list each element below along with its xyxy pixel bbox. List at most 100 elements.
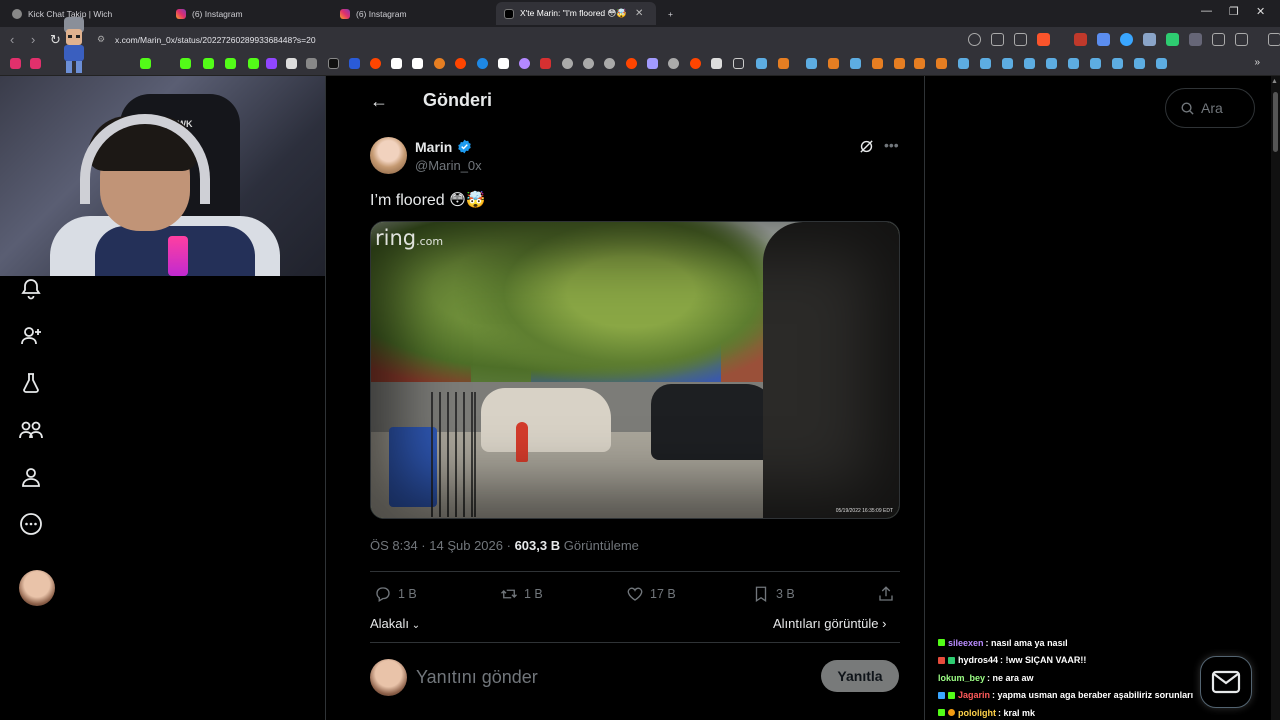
search-box[interactable]: Ara [1165, 88, 1255, 128]
back-button[interactable]: ← [370, 91, 388, 112]
bookmark-icon[interactable] [1024, 58, 1035, 69]
sort-replies-dropdown[interactable]: Alakalı ⌄ [370, 616, 420, 631]
bookmark-icon[interactable] [349, 58, 360, 69]
bookmark-icon[interactable] [980, 58, 991, 69]
more-options-icon[interactable]: ••• [884, 137, 899, 153]
scroll-thumb[interactable] [1273, 92, 1278, 152]
share-icon[interactable] [1014, 33, 1027, 46]
cast-icon[interactable] [991, 33, 1004, 46]
extension-icon[interactable] [1189, 33, 1202, 46]
bookmark-icon[interactable] [936, 58, 947, 69]
extension-icon[interactable] [1166, 33, 1179, 46]
extension-icon[interactable] [1143, 33, 1156, 46]
bookmark-icon[interactable] [30, 58, 41, 69]
post-time[interactable]: ÖS 8:34 · 14 Şub 2026 · [370, 538, 511, 553]
bookmark-icon[interactable] [828, 58, 839, 69]
bookmark-icon[interactable] [668, 58, 679, 69]
bookmark-icon[interactable] [562, 58, 573, 69]
bookmark-icon[interactable] [306, 58, 317, 69]
new-tab-button[interactable]: + [660, 2, 681, 25]
bookmark-icon[interactable] [540, 58, 551, 69]
site-settings-icon[interactable]: ⚙ [97, 34, 105, 45]
back-nav-icon[interactable]: ‹ [10, 32, 14, 47]
bookmark-icon[interactable] [756, 58, 767, 69]
notifications-nav[interactable] [18, 276, 44, 302]
more-nav[interactable] [18, 511, 44, 537]
scroll-up-icon[interactable]: ▲ [1271, 78, 1278, 85]
bookmark-icon[interactable] [778, 58, 789, 69]
extension-icon[interactable] [1097, 33, 1110, 46]
share-action[interactable] [877, 585, 895, 603]
bookmark-icon[interactable] [690, 58, 701, 69]
bookmark-icon[interactable] [894, 58, 905, 69]
bookmark-icon[interactable] [498, 58, 509, 69]
bookmark-icon[interactable] [391, 58, 402, 69]
reply-input[interactable] [416, 664, 806, 690]
bookmark-icon[interactable] [225, 58, 236, 69]
forward-nav-icon[interactable]: › [31, 32, 35, 47]
messages-button[interactable] [1200, 656, 1252, 708]
bookmark-icon[interactable] [1134, 58, 1145, 69]
repost-action[interactable]: 1 B [500, 585, 543, 603]
bookmark-icon[interactable] [412, 58, 423, 69]
bookmark-icon[interactable] [1090, 58, 1101, 69]
extension-icon[interactable] [1120, 33, 1133, 46]
playlist-icon[interactable] [1268, 33, 1280, 46]
bookmark-icon[interactable] [477, 58, 488, 69]
bookmark-icon[interactable] [1068, 58, 1079, 69]
page-scrollbar[interactable] [1271, 76, 1280, 720]
bookmark-action[interactable]: 3 B [752, 585, 795, 603]
restore-icon[interactable]: ❐ [1229, 5, 1239, 18]
chevron-more-icon[interactable]: » [1254, 57, 1260, 68]
follow-nav[interactable] [18, 323, 44, 349]
bookmark-icon[interactable] [583, 58, 594, 69]
bookmark-icon[interactable] [455, 58, 466, 69]
bookmark-icon[interactable] [806, 58, 817, 69]
bookmark-icon[interactable] [140, 58, 151, 69]
author-name[interactable]: Marin [415, 139, 452, 155]
post-video[interactable]: ring.com 05/19/2022 16:35:09 EDT [370, 221, 900, 519]
bookmark-icon[interactable] [180, 58, 191, 69]
bookmark-icon[interactable] [604, 58, 615, 69]
bookmark-icon[interactable] [850, 58, 861, 69]
author-avatar[interactable] [370, 137, 407, 174]
author-handle[interactable]: @Marin_0x [415, 158, 482, 173]
bookmark-icon[interactable] [1112, 58, 1123, 69]
extension-icon[interactable] [1074, 33, 1087, 46]
url-field[interactable]: x.com/Marin_0x/status/202272602899336844… [115, 35, 316, 45]
like-action[interactable]: 17 B [626, 585, 676, 603]
bookmark-icon[interactable] [626, 58, 637, 69]
tab-instagram-2[interactable]: (6) Instagram [332, 2, 492, 25]
zoom-icon[interactable] [968, 33, 981, 46]
brave-shield-icon[interactable] [1037, 33, 1050, 46]
labs-nav[interactable] [18, 370, 44, 396]
window-close-icon[interactable]: ✕ [1256, 5, 1265, 18]
bookmark-icon[interactable] [872, 58, 883, 69]
bookmark-icon[interactable] [266, 58, 277, 69]
reply-button[interactable]: Yanıtla [821, 660, 899, 692]
bookmark-icon[interactable] [1002, 58, 1013, 69]
bookmark-icon[interactable] [647, 58, 658, 69]
profile-nav[interactable] [18, 464, 44, 490]
account-avatar[interactable] [19, 570, 55, 606]
bookmark-icon[interactable] [248, 58, 259, 69]
tab-x-post[interactable]: X'te Marin: "I'm floored 😳🤯 ✕ [496, 2, 656, 25]
bookmark-icon[interactable] [203, 58, 214, 69]
communities-nav[interactable] [18, 417, 44, 443]
sidebar-icon[interactable] [1235, 33, 1248, 46]
minimize-icon[interactable]: — [1201, 5, 1212, 17]
puzzle-icon[interactable] [1212, 33, 1225, 46]
view-quotes-link[interactable]: Alıntıları görüntüle › [773, 616, 886, 631]
close-tab-icon[interactable]: ✕ [635, 8, 643, 19]
bookmark-icon[interactable] [434, 58, 445, 69]
bookmark-icon[interactable] [286, 58, 297, 69]
grok-icon[interactable] [858, 138, 875, 155]
bookmark-icon[interactable] [1046, 58, 1057, 69]
bookmark-icon[interactable] [958, 58, 969, 69]
bookmark-icon[interactable] [914, 58, 925, 69]
reply-action[interactable]: 1 B [374, 585, 417, 603]
folder-icon[interactable] [733, 58, 744, 69]
bookmark-icon[interactable] [1156, 58, 1167, 69]
tab-instagram-1[interactable]: (6) Instagram [168, 2, 328, 25]
bookmark-icon[interactable] [370, 58, 381, 69]
